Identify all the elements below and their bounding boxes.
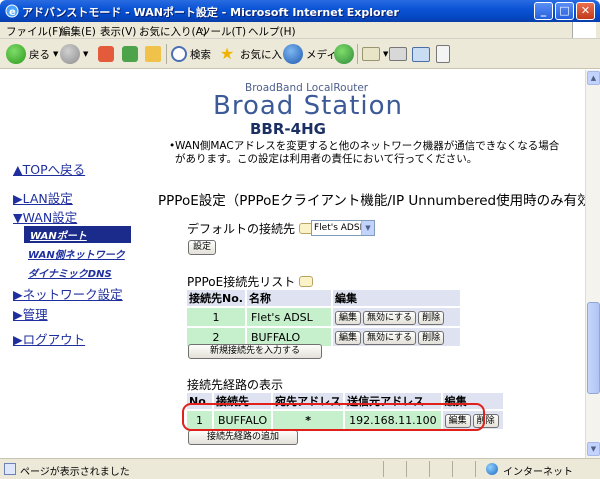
- menu-edit[interactable]: 編集(E): [60, 24, 96, 39]
- highlight-box: [182, 403, 485, 431]
- nav-top[interactable]: ▲TOPへ戻る: [13, 159, 85, 178]
- forward-arrow-icon: [60, 44, 80, 64]
- mail-icon: [362, 47, 380, 61]
- print-button[interactable]: [389, 43, 410, 65]
- windows-logo-icon: [572, 22, 596, 38]
- delete-button[interactable]: 削除: [418, 310, 445, 325]
- scroll-down-icon[interactable]: ▼: [587, 442, 600, 456]
- default-conn-select[interactable]: Flet's ADSL ▼: [311, 220, 375, 236]
- set-button[interactable]: 設定: [188, 240, 216, 255]
- disable-button[interactable]: 無効にする: [362, 330, 417, 345]
- refresh-button[interactable]: [122, 43, 141, 65]
- help-icon[interactable]: [299, 276, 314, 287]
- edit-page-icon: [412, 46, 430, 62]
- refresh-icon: [122, 46, 138, 62]
- page-content: BroadBand LocalRouter Broad Station BBR-…: [0, 70, 585, 458]
- stop-icon: [98, 46, 114, 62]
- nav-logout[interactable]: ▶ログアウト: [13, 329, 85, 348]
- toolbar: 戻る ▼ ▼ 検索 ★ お気に入り メディア ▼: [0, 39, 600, 69]
- globe-icon: [486, 463, 498, 475]
- window-title: アドバンストモード - WANポート設定 - Microsoft Interne…: [22, 6, 399, 19]
- nav-network[interactable]: ▶ネットワーク設定: [13, 284, 123, 303]
- stop-button[interactable]: [98, 43, 117, 65]
- history-button[interactable]: [334, 43, 357, 65]
- zone-text: インターネット: [503, 467, 573, 478]
- notice-text: • WAN側MACアドレスを変更すると他のネットワーク機器が通信できなくなる場合…: [169, 140, 560, 165]
- search-button[interactable]: 検索: [171, 43, 211, 65]
- menu-help[interactable]: ヘルプ(H): [248, 24, 296, 39]
- maximize-button[interactable]: □: [555, 2, 574, 20]
- header-brand: Broad Station: [213, 91, 403, 121]
- history-icon: [334, 44, 354, 64]
- delete-button[interactable]: 削除: [418, 330, 445, 345]
- media-icon: [283, 44, 303, 64]
- search-icon: [171, 46, 187, 62]
- messenger-icon: [436, 45, 450, 63]
- scroll-up-icon[interactable]: ▲: [587, 71, 600, 85]
- status-bar: ページが表示されました インターネット: [0, 458, 600, 479]
- menu-favorites[interactable]: お気に入り(A): [139, 24, 207, 39]
- add-connection-button[interactable]: 新規接続先を入力する: [188, 344, 322, 359]
- add-route-button[interactable]: 接続先経路の追加: [188, 430, 298, 445]
- default-conn-label: デフォルトの接続先: [187, 220, 314, 237]
- favorites-button[interactable]: ★ お気に入り: [217, 43, 293, 65]
- nav-wan-port[interactable]: WANポート: [24, 226, 131, 243]
- home-icon: [145, 46, 161, 62]
- nav-admin[interactable]: ▶管理: [13, 304, 48, 323]
- forward-button[interactable]: ▼: [60, 43, 88, 65]
- table-header-row: 接続先No. 名称 編集: [187, 290, 460, 306]
- disable-button[interactable]: 無効にする: [362, 310, 417, 325]
- bullet-icon: •: [169, 140, 176, 152]
- header-model: BBR-4HG: [250, 120, 326, 138]
- minimize-button[interactable]: _: [534, 2, 553, 20]
- messenger-button[interactable]: [436, 43, 453, 65]
- vertical-scrollbar[interactable]: ▲ ▼: [585, 70, 600, 458]
- chevron-down-icon: ▼: [83, 50, 89, 58]
- menu-tools[interactable]: ツール(T): [200, 24, 246, 39]
- nav-wan[interactable]: ▼WAN設定: [13, 207, 77, 226]
- printer-icon: [389, 47, 407, 61]
- edit-button[interactable]: 編集: [334, 310, 361, 325]
- ie-icon: e: [5, 4, 19, 18]
- scroll-thumb[interactable]: [587, 302, 600, 394]
- star-icon: ★: [219, 44, 235, 63]
- edit-button[interactable]: 編集: [334, 330, 361, 345]
- page-icon: [4, 463, 16, 475]
- svg-text:e: e: [9, 7, 16, 18]
- nav-wan-network[interactable]: WAN側ネットワーク: [28, 246, 125, 261]
- back-arrow-icon: [6, 44, 26, 64]
- window-titlebar: e アドバンストモード - WANポート設定 - Microsoft Inter…: [0, 0, 600, 22]
- back-button[interactable]: 戻る ▼: [6, 43, 58, 65]
- mail-button[interactable]: ▼: [362, 43, 388, 65]
- nav-dynamic-dns[interactable]: ダイナミックDNS: [28, 265, 112, 280]
- chevron-down-icon: ▼: [361, 221, 374, 235]
- edit-page-button[interactable]: [412, 43, 433, 65]
- chevron-down-icon: ▼: [383, 50, 389, 58]
- menu-bar: ファイル(F) 編集(E) 表示(V) お気に入り(A) ツール(T) ヘルプ(…: [0, 22, 600, 39]
- nav-lan[interactable]: ▶LAN設定: [13, 188, 73, 207]
- chevron-down-icon: ▼: [53, 50, 59, 58]
- close-button[interactable]: ✕: [576, 2, 595, 20]
- home-button[interactable]: [145, 43, 164, 65]
- status-text: ページが表示されました: [20, 467, 130, 478]
- table-row: 1 Flet's ADSL 編集 無効にする 削除: [187, 308, 460, 326]
- menu-view[interactable]: 表示(V): [100, 24, 136, 39]
- menu-file[interactable]: ファイル(F): [6, 24, 62, 39]
- conn-list-table: 接続先No. 名称 編集 1 Flet's ADSL 編集 無効にする 削除 2 B…: [185, 288, 462, 348]
- section-heading: PPPoE設定（PPPoEクライアント機能/IP Unnumbered使用時のみ…: [158, 193, 585, 209]
